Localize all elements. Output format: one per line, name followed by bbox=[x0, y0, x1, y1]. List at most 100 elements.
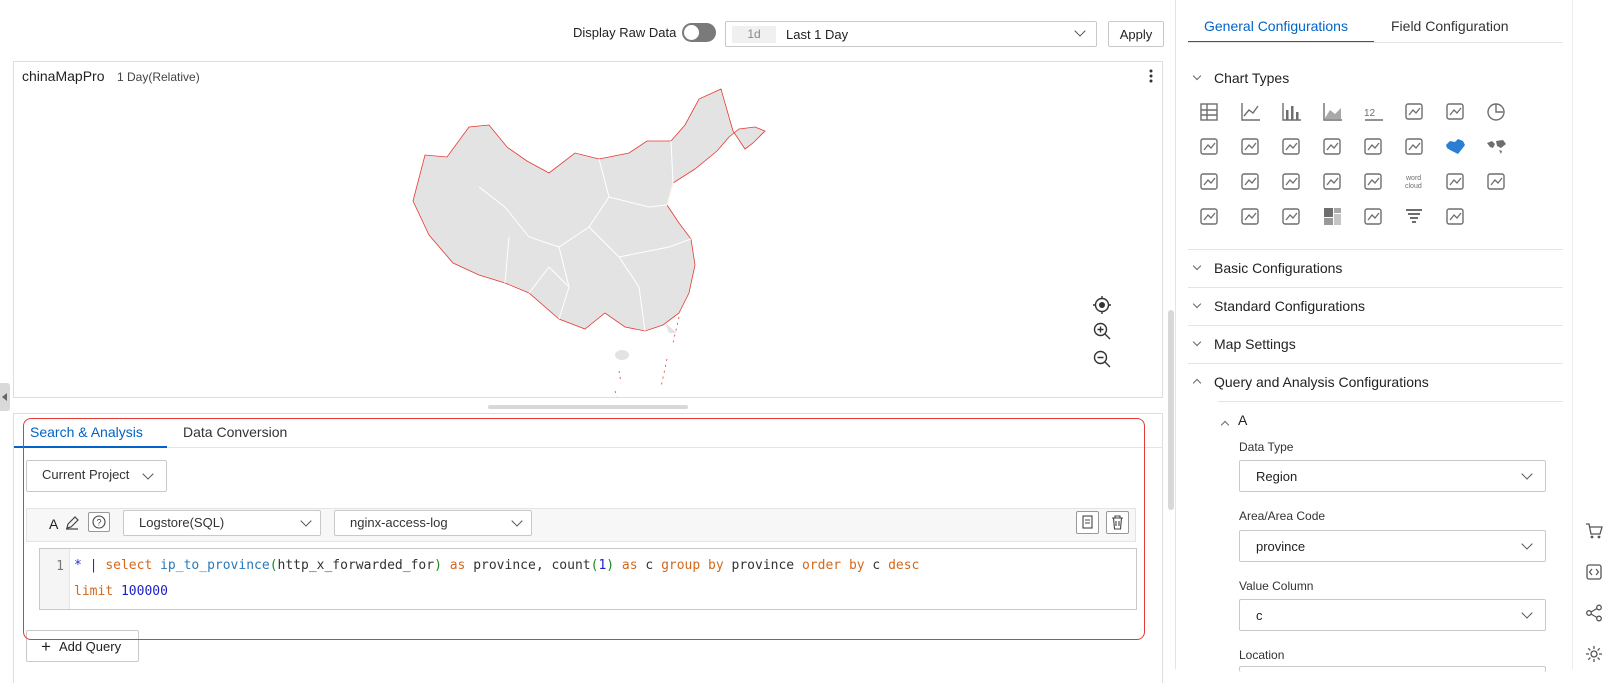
edit-icon[interactable] bbox=[65, 516, 79, 530]
time-range-select[interactable]: 1d Last 1 Day bbox=[725, 21, 1097, 47]
table-chart-icon[interactable] bbox=[1198, 100, 1222, 124]
logstore-name-select[interactable]: nginx-access-log bbox=[334, 510, 532, 536]
chevron-down-icon bbox=[1192, 299, 1202, 309]
single-value-icon[interactable]: 12 bbox=[1362, 100, 1386, 124]
progress-bar-icon[interactable] bbox=[1444, 100, 1468, 124]
section-query-analysis[interactable]: Query and Analysis Configurations bbox=[1188, 364, 1563, 402]
svg-text:?: ? bbox=[96, 518, 101, 528]
tab-search-analysis[interactable]: Search & Analysis bbox=[30, 424, 143, 440]
chevron-down-icon[interactable] bbox=[1192, 71, 1202, 81]
value-column-value: c bbox=[1256, 608, 1263, 623]
line-chart-icon[interactable] bbox=[1239, 100, 1263, 124]
locate-icon[interactable] bbox=[1093, 296, 1111, 314]
candlestick-icon[interactable] bbox=[1321, 170, 1345, 194]
chevron-down-icon bbox=[1192, 261, 1202, 271]
tree-chart-icon[interactable] bbox=[1444, 170, 1468, 194]
project-select[interactable]: Current Project bbox=[26, 460, 167, 492]
map-pro-icon[interactable] bbox=[1198, 205, 1222, 229]
pie-chart-icon[interactable] bbox=[1485, 100, 1509, 124]
tab-general-configurations[interactable]: General Configurations bbox=[1204, 18, 1348, 34]
flow-chart-icon[interactable] bbox=[1403, 100, 1427, 124]
section-title: Basic Configurations bbox=[1214, 260, 1343, 276]
word-cloud-icon[interactable]: word cloud bbox=[1403, 170, 1427, 194]
svg-text:cloud: cloud bbox=[1405, 183, 1422, 190]
more-options-icon[interactable] bbox=[1146, 68, 1156, 84]
scatter-chart-icon[interactable] bbox=[1321, 135, 1345, 159]
location-map-icon[interactable] bbox=[1280, 205, 1304, 229]
bubble-chart-icon[interactable] bbox=[1362, 135, 1386, 159]
funnel-bar-icon[interactable] bbox=[1403, 135, 1427, 159]
gear-icon[interactable] bbox=[1585, 645, 1603, 663]
table-pro-icon[interactable] bbox=[1444, 205, 1468, 229]
trash-icon bbox=[1112, 515, 1123, 530]
value-column-select[interactable]: c bbox=[1239, 599, 1546, 631]
delete-query-button[interactable] bbox=[1106, 511, 1129, 534]
section-chart-types: Chart Types 12 word cloud bbox=[1188, 60, 1563, 250]
world-map-icon[interactable] bbox=[1485, 135, 1509, 159]
chevron-up-icon[interactable] bbox=[1220, 420, 1230, 430]
chevron-down-icon bbox=[1521, 468, 1533, 480]
sub-divider bbox=[1218, 401, 1563, 402]
chevron-down-icon bbox=[1521, 538, 1533, 550]
section-title: Chart Types bbox=[1214, 70, 1290, 86]
panel-resize-handle[interactable] bbox=[488, 405, 688, 409]
section-basic-configurations[interactable]: Basic Configurations bbox=[1188, 250, 1563, 288]
funnel-icon[interactable] bbox=[1403, 205, 1427, 229]
share-icon[interactable] bbox=[1585, 604, 1603, 622]
area-chart-icon[interactable] bbox=[1321, 100, 1345, 124]
cart-icon[interactable] bbox=[1585, 522, 1603, 540]
main-scrollbar[interactable] bbox=[1168, 310, 1174, 510]
list-chart-icon[interactable] bbox=[1280, 170, 1304, 194]
logstore-type-value: Logstore(SQL) bbox=[139, 515, 225, 530]
amap-icon[interactable] bbox=[1239, 205, 1263, 229]
china-map bbox=[412, 88, 766, 397]
time-range-tag: 1d bbox=[732, 26, 776, 43]
sql-editor[interactable]: 1 * | select ip_to_province(http_x_forwa… bbox=[39, 548, 1137, 610]
time-range-value: Last 1 Day bbox=[786, 27, 849, 42]
chevron-down-icon bbox=[300, 515, 312, 527]
add-query-button[interactable]: + Add Query bbox=[26, 630, 139, 662]
section-standard-configurations[interactable]: Standard Configurations bbox=[1188, 288, 1563, 326]
tab-divider bbox=[1188, 42, 1563, 43]
cross-table-icon[interactable] bbox=[1280, 135, 1304, 159]
tab-data-conversion[interactable]: Data Conversion bbox=[183, 424, 287, 440]
raw-data-toggle[interactable] bbox=[682, 23, 716, 42]
right-toolbar bbox=[1572, 0, 1615, 669]
boxplot-icon[interactable] bbox=[1362, 205, 1386, 229]
logstore-type-select[interactable]: Logstore(SQL) bbox=[123, 510, 321, 536]
location-select[interactable] bbox=[1239, 666, 1546, 672]
plus-icon: + bbox=[41, 636, 51, 656]
help-button[interactable]: ? bbox=[88, 512, 110, 532]
active-tab-underline bbox=[14, 446, 167, 448]
image-chart-icon[interactable] bbox=[1198, 170, 1222, 194]
caret-left-icon bbox=[2, 393, 7, 401]
copy-query-button[interactable] bbox=[1076, 511, 1099, 534]
area-code-select[interactable]: province bbox=[1239, 530, 1546, 562]
section-map-settings[interactable]: Map Settings bbox=[1188, 326, 1563, 364]
chevron-down-icon bbox=[142, 468, 154, 480]
topology-icon[interactable] bbox=[1362, 170, 1386, 194]
radar-chart-icon[interactable] bbox=[1239, 135, 1263, 159]
value-column-label: Value Column bbox=[1239, 579, 1314, 593]
chevron-up-icon bbox=[1192, 378, 1202, 388]
chart-title: chinaMapPro bbox=[22, 68, 105, 84]
bar-chart-icon[interactable] bbox=[1280, 100, 1304, 124]
data-type-value: Region bbox=[1256, 469, 1298, 484]
line-number: 1 bbox=[56, 559, 64, 574]
raw-data-label: Display Raw Data bbox=[573, 25, 677, 40]
project-select-value: Current Project bbox=[42, 467, 130, 482]
zoom-out-icon[interactable] bbox=[1093, 350, 1111, 368]
query-tabs: Search & Analysis Data Conversion bbox=[14, 414, 1162, 448]
column-chart-icon[interactable] bbox=[1485, 170, 1509, 194]
markdown-icon[interactable] bbox=[1239, 170, 1263, 194]
histogram-icon[interactable] bbox=[1198, 135, 1222, 159]
treemap-icon[interactable] bbox=[1321, 205, 1345, 229]
collapse-left-handle[interactable] bbox=[0, 383, 10, 411]
tab-field-configuration[interactable]: Field Configuration bbox=[1391, 18, 1509, 34]
svg-text:12: 12 bbox=[1364, 108, 1376, 119]
zoom-in-icon[interactable] bbox=[1093, 322, 1111, 340]
china-map-icon[interactable] bbox=[1444, 135, 1468, 159]
apply-button[interactable]: Apply bbox=[1108, 21, 1164, 47]
code-icon[interactable] bbox=[1585, 563, 1603, 581]
data-type-select[interactable]: Region bbox=[1239, 460, 1546, 492]
